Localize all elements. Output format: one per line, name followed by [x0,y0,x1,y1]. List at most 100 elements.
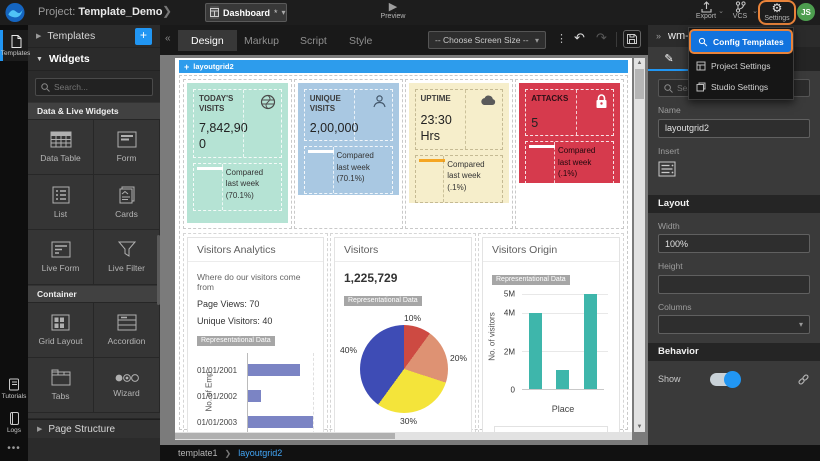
insert-field-label: Insert [658,146,810,156]
page-preview[interactable]: + layoutgrid2 TODAY'S VISITS [175,58,632,432]
analytics-panels-row: Visitors Analytics Where do our visitors… [182,232,625,432]
export-label: Export [696,13,716,20]
form-icon [117,131,137,148]
widget-tile-data-table[interactable]: Data Table [28,120,94,175]
show-toggle[interactable] [710,373,740,386]
card-value: 7,842,900 [199,120,253,153]
breadcrumb-template1[interactable]: template1 [178,448,218,458]
export-button[interactable]: ⌄ Export [690,1,722,20]
templates-section-label: Templates [47,30,95,42]
widget-tile-grid-layout[interactable]: Grid Layout [28,303,94,358]
preview-button[interactable]: ▶ Preview [377,1,409,20]
height-field[interactable] [658,275,810,294]
grid-column: TODAY'S VISITS 7,842,900 Compared last w… [183,79,292,229]
stat-card-uptime[interactable]: UPTIME 23:30 Hrs Compared last week (.1%… [409,83,510,203]
widget-tile-cards[interactable]: Cards [94,175,160,230]
tab-markup[interactable]: Markup [231,30,292,51]
widget-tile-live-filter[interactable]: Live Filter [94,230,160,285]
export-icon [700,1,713,13]
widget-tile-accordion[interactable]: Accordion [94,303,160,358]
widget-tile-wizard[interactable]: Wizard [94,358,160,413]
growth-bar [248,364,300,376]
spark-bar [308,150,334,153]
stat-card-unique-visits[interactable]: UNIQUE VISITS 2,00,000 Compared last wee… [298,83,399,195]
page-selector-dropdown[interactable]: Dashboard * ▾ [205,3,287,22]
tile-label: Tabs [52,391,70,401]
tab-style[interactable]: Style [336,30,385,51]
panel-visitors-origin[interactable]: Visitors Origin Representational Data No… [482,237,620,432]
wizard-icon [114,373,140,383]
screen-size-dropdown[interactable]: -- Choose Screen Size -- ▾ [428,31,546,49]
growth-bar [248,390,261,402]
dashboard-page-icon [210,6,219,19]
cloud-icon [480,94,497,106]
spark-bar [529,145,555,148]
collapse-panel-icon[interactable]: « [165,33,171,44]
save-button[interactable] [623,30,641,48]
kebab-menu-icon[interactable]: ⋮ [556,32,567,45]
scroll-up-arrow[interactable]: ▲ [634,58,645,68]
add-template-button[interactable]: + [135,28,152,45]
templates-section-header[interactable]: ▶ Templates + [28,25,160,48]
layoutgrid-label: layoutgrid2 [193,62,233,71]
vcs-button[interactable]: ⌄ VCS [724,1,756,20]
rail-item-templates[interactable]: Templates [0,30,28,61]
scroll-down-arrow[interactable]: ▼ [634,422,645,432]
columns-select[interactable]: ▾ [658,315,810,334]
redo-button[interactable]: ↷ [596,30,607,46]
width-field[interactable] [658,234,810,253]
panel-visitors[interactable]: Visitors 1,225,729 Representational Data… [334,237,472,432]
widget-search-box[interactable] [35,78,153,96]
layoutgrid-selection-bar[interactable]: + layoutgrid2 [179,60,628,73]
tab-properties-edit[interactable]: ✎ [648,47,690,71]
insert-rows-icon[interactable] [658,161,676,177]
settings-button[interactable]: ⚙ Settings [758,0,796,25]
search-icon [664,84,673,93]
growth-bar-category: 01/01/2003 [197,418,243,427]
rail-item-tutorials[interactable]: Tutorials [0,373,28,404]
unique-visitors-stat: Unique Visitors: 40 [197,316,314,326]
card-top-block: UPTIME 23:30 Hrs [415,89,504,150]
bind-link-icon[interactable] [797,373,810,386]
panel-visitors-analytics[interactable]: Visitors Analytics Where do our visitors… [187,237,324,432]
panel-title: Visitors Analytics [188,238,323,262]
user-avatar[interactable]: JS [797,3,815,21]
tab-design[interactable]: Design [178,30,237,51]
page-views-stat: Page Views: 70 [197,299,314,309]
menu-item-project-settings[interactable]: Project Settings [689,55,793,76]
breadcrumb-layoutgrid2[interactable]: layoutgrid2 [238,448,282,458]
document-icon [10,35,22,48]
chevron-right-icon: ❯ [225,449,232,458]
collapse-right-icon[interactable]: » [656,31,661,41]
widget-search-input[interactable] [54,82,144,92]
data-table-icon [50,131,72,148]
pencil-icon: ✎ [664,52,673,65]
scrollbar-thumb[interactable] [635,69,644,99]
globe-icon [260,94,276,110]
widget-tile-tabs[interactable]: Tabs [28,358,94,413]
wavemaker-logo-icon[interactable] [4,2,26,23]
tab-script[interactable]: Script [287,30,340,51]
canvas-horizontal-scrollbar[interactable] [175,432,632,440]
visitors-pie-chart: 10% 20% 30% 40% [344,317,464,429]
menu-item-config-templates[interactable]: Config Templates [691,31,791,52]
name-field[interactable] [658,119,810,138]
scrollbar-thumb[interactable] [175,433,395,439]
undo-button[interactable]: ↶ [574,30,585,46]
rail-item-logs[interactable]: Logs [0,407,28,438]
search-icon [41,83,50,92]
widget-tile-live-form[interactable]: Live Form [28,230,94,285]
menu-item-studio-settings[interactable]: Studio Settings [689,76,793,97]
more-options-button[interactable]: ••• [0,443,28,454]
stat-card-todays-visits[interactable]: TODAY'S VISITS 7,842,900 Compared last w… [187,83,288,223]
canvas-vertical-scrollbar[interactable]: ▲ ▼ [634,58,645,432]
growth-bar-category: 01/01/2001 [197,366,243,375]
spark-bar [419,159,445,162]
widget-tile-list[interactable]: List [28,175,94,230]
widget-tile-form[interactable]: Form [94,120,160,175]
left-panel-scrollbar[interactable] [157,235,160,305]
stat-card-attacks[interactable]: ATTACKS 5 Compared last w [519,83,620,183]
widgets-section-header[interactable]: ▼ Widgets [28,48,160,71]
pie-slice-label: 20% [450,353,467,363]
page-structure-section[interactable]: ▶ Page Structure [28,419,160,438]
